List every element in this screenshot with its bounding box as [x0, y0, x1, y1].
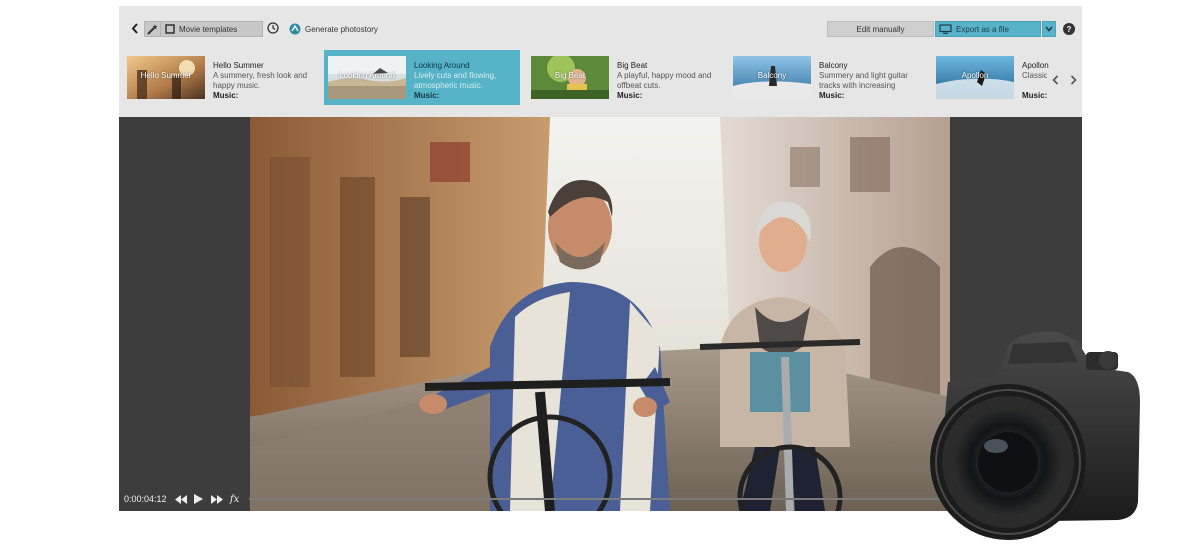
- thumbnail-caption: Looking Around: [339, 71, 395, 80]
- thumbnail-caption: Balcony: [757, 71, 787, 80]
- effects-button[interactable]: fx: [227, 491, 243, 507]
- template-title: Hello Summer: [213, 61, 264, 70]
- clock-button[interactable]: [267, 22, 279, 34]
- thumbnail-caption: Hello Summer: [140, 71, 192, 80]
- template-description: Summery and light guitar tracks with inc…: [819, 71, 908, 90]
- template-music-label: Music:: [414, 91, 440, 100]
- movie-template-strip: Hello Summer Hello Summer A summery, fre…: [119, 50, 1082, 117]
- template-card-looking-around[interactable]: Looking Around Looking Around Lively cut…: [324, 50, 520, 105]
- edit-manually-label: Edit manually: [856, 24, 905, 34]
- generate-photostory-label: Generate photostory: [305, 24, 378, 34]
- movie-templates-label: Movie templates: [179, 24, 238, 34]
- template-description: Lively cuts and flowing, atmospheric mus…: [414, 71, 497, 90]
- generate-photostory-button[interactable]: Generate photostory: [289, 21, 378, 37]
- export-as-file-button[interactable]: Export as a file: [935, 21, 1041, 37]
- template-description: A summery, fresh look and happy music.: [213, 71, 308, 90]
- toolbar: Movie templates Generate photostory Edit…: [119, 6, 1082, 50]
- dslr-camera-image: [908, 322, 1148, 542]
- back-button[interactable]: [129, 21, 141, 35]
- preview-image: [250, 117, 950, 511]
- rewind-icon: [174, 494, 187, 504]
- template-thumbnail: Looking Around: [328, 56, 406, 99]
- template-music-label: Music:: [617, 91, 643, 100]
- template-title: Looking Around: [414, 61, 470, 70]
- template-description: A playful, happy mood and offbeat cuts.: [617, 71, 712, 90]
- template-thumbnail: Apollon: [936, 56, 1014, 99]
- template-title: Balcony: [819, 61, 848, 70]
- template-card-big-beat[interactable]: Big Beat Big Beat A playful, happy mood …: [527, 50, 723, 105]
- movie-templates-tab[interactable]: Movie templates: [144, 21, 263, 37]
- fast-forward-button[interactable]: [209, 491, 225, 507]
- play-icon: [194, 494, 204, 504]
- template-scroll-arrows: [1047, 73, 1082, 87]
- chevron-left-icon[interactable]: [1052, 75, 1059, 85]
- photostory-icon: [289, 23, 301, 35]
- magic-wand-icon: [145, 22, 161, 36]
- template-card-hello-summer[interactable]: Hello Summer Hello Summer A summery, fre…: [123, 50, 319, 105]
- edit-manually-button[interactable]: Edit manually: [827, 21, 934, 37]
- template-card-balcony[interactable]: Balcony Balcony Summery and light guitar…: [729, 50, 925, 105]
- template-frame-icon: [163, 22, 177, 36]
- help-icon: ?: [1066, 24, 1072, 34]
- rewind-button[interactable]: [173, 491, 189, 507]
- chevron-down-icon: [1045, 26, 1053, 32]
- template-music-label: Music:: [1022, 91, 1048, 100]
- clock-icon: [267, 22, 279, 34]
- export-dropdown-button[interactable]: [1042, 21, 1056, 37]
- play-button[interactable]: [191, 491, 207, 507]
- monitor-icon: [939, 24, 952, 34]
- thumbnail-caption: Big Beat: [554, 71, 586, 80]
- thumbnail-caption: Apollon: [961, 71, 989, 80]
- chevron-left-icon: [131, 22, 138, 34]
- export-label: Export as a file: [956, 24, 1009, 34]
- template-thumbnail: Big Beat: [531, 56, 609, 99]
- template-title: Big Beat: [617, 61, 648, 70]
- timecode-display: 0:00:04:12: [124, 494, 167, 504]
- template-thumbnail: Balcony: [733, 56, 811, 99]
- chevron-right-icon[interactable]: [1070, 75, 1077, 85]
- template-music-label: Music:: [213, 91, 239, 100]
- template-title: Apollon: [1022, 61, 1049, 70]
- fast-forward-icon: [210, 494, 223, 504]
- template-thumbnail: Hello Summer: [127, 56, 205, 99]
- template-music-label: Music:: [819, 91, 845, 100]
- help-button[interactable]: ?: [1063, 23, 1075, 35]
